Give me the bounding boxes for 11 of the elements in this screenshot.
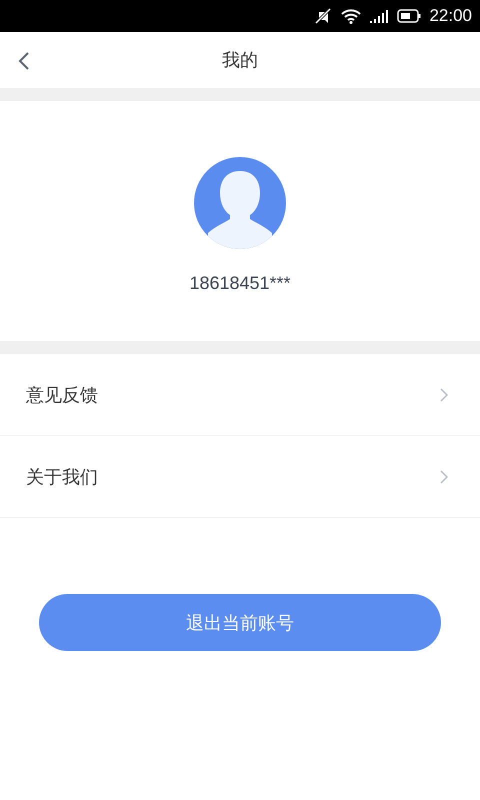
battery-icon — [397, 9, 422, 23]
signal-icon — [369, 8, 390, 24]
avatar-icon — [194, 157, 286, 249]
chevron-icon — [440, 388, 448, 402]
phone-number: 18618451*** — [189, 273, 291, 294]
wifi-icon — [341, 8, 362, 24]
clock-time: 22:00 — [429, 6, 472, 26]
mute-icon — [313, 8, 334, 24]
chevron-icon — [440, 470, 448, 484]
back-icon[interactable] — [18, 51, 30, 71]
page-title: 我的 — [222, 49, 258, 72]
